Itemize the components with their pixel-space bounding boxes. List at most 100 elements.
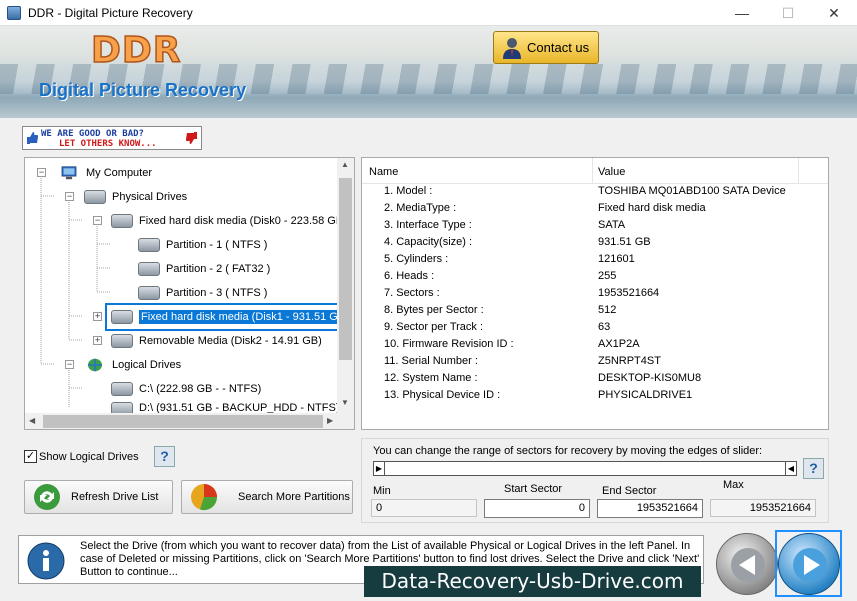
tree-item-label: My Computer — [86, 167, 153, 179]
tree-item-disk1-selected[interactable]: Fixed hard disk media (Disk1 - 931.51 GB… — [105, 303, 354, 331]
property-row[interactable]: 5. Cylinders : 121601 — [362, 253, 798, 270]
sector-range-instruction: You can change the range of sectors for … — [373, 445, 763, 457]
tree-item-drive-c[interactable]: C:\ (222.98 GB - - NTFS) — [111, 378, 261, 400]
property-row[interactable]: 7. Sectors : 1953521664 — [362, 287, 798, 304]
partition-icon — [138, 286, 160, 300]
scroll-down-arrow-icon[interactable]: ▼ — [341, 398, 349, 407]
tree-item-label: Fixed hard disk media (Disk1 - 931.51 GB… — [139, 310, 351, 324]
show-logical-drives-checkbox[interactable]: ✓ — [24, 450, 37, 463]
max-label: Max — [723, 479, 744, 491]
property-row[interactable]: 11. Serial Number : Z5NRPT4ST — [362, 355, 798, 372]
property-row[interactable]: 12. System Name : DESKTOP-KIS0MU8 — [362, 372, 798, 389]
tree-item-label: C:\ (222.98 GB - - NTFS) — [139, 383, 262, 395]
refresh-drive-list-button[interactable]: Refresh Drive List — [24, 480, 173, 514]
tree-item-my-computer[interactable]: My Computer — [58, 162, 152, 184]
property-name: 9. Sector per Track : — [384, 321, 484, 333]
search-more-partitions-button[interactable]: Search More Partitions — [181, 480, 353, 514]
info-icon — [27, 542, 65, 580]
start-sector-input[interactable]: 0 — [484, 499, 590, 518]
sector-range-slider[interactable]: ▶ ◀ — [373, 461, 797, 476]
scroll-corner — [339, 413, 354, 429]
maximize-button[interactable]: ☐ — [765, 0, 811, 26]
property-name: 8. Bytes per Sector : — [384, 304, 484, 316]
tree-item-partition-2[interactable]: Partition - 2 ( FAT32 ) — [138, 258, 270, 280]
scroll-right-arrow-icon[interactable]: ▶ — [327, 416, 333, 425]
tree-item-partition-3[interactable]: Partition - 3 ( NTFS ) — [138, 282, 267, 304]
tree-item-disk0[interactable]: Fixed hard disk media (Disk0 - 223.58 GB… — [111, 210, 347, 232]
refresh-icon — [34, 484, 60, 510]
feedback-line1: WE ARE GOOD OR BAD? — [41, 129, 144, 139]
properties-header: Name Value — [362, 158, 828, 184]
website-watermark: Data-Recovery-Usb-Drive.com — [364, 566, 701, 597]
help-button-left[interactable]: ? — [154, 446, 175, 467]
slider-right-handle[interactable]: ◀ — [785, 462, 796, 475]
property-value: 121601 — [598, 253, 635, 265]
tree-item-label: Fixed hard disk media (Disk0 - 223.58 GB… — [139, 215, 347, 227]
property-row[interactable]: 1. Model : TOSHIBA MQ01ABD100 SATA Device — [362, 185, 798, 202]
refresh-drive-list-label: Refresh Drive List — [71, 491, 159, 503]
person-icon — [503, 38, 521, 59]
next-button[interactable] — [778, 533, 840, 595]
property-value: TOSHIBA MQ01ABD100 SATA Device — [598, 185, 786, 197]
usb-drive-icon — [111, 334, 133, 348]
property-row[interactable]: 2. MediaType : Fixed hard disk media — [362, 202, 798, 219]
drive-tree-panel[interactable]: − − − + + − My Computer Physical Drives … — [24, 157, 355, 430]
property-row[interactable]: 4. Capacity(size) : 931.51 GB — [362, 236, 798, 253]
column-header-name[interactable]: Name — [369, 166, 398, 178]
property-value: SATA — [598, 219, 626, 231]
tree-horizontal-scrollbar[interactable]: ◀ ▶ — [25, 413, 339, 429]
property-row[interactable]: 6. Heads : 255 — [362, 270, 798, 287]
start-sector-label: Start Sector — [504, 483, 563, 495]
search-more-partitions-label: Search More Partitions — [238, 491, 350, 503]
contact-us-button[interactable]: Contact us — [493, 31, 599, 64]
tree-hscroll-thumb[interactable] — [43, 415, 323, 428]
column-header-value[interactable]: Value — [598, 166, 625, 178]
tree-item-logical-drives[interactable]: Logical Drives — [84, 354, 181, 376]
scroll-up-arrow-icon[interactable]: ▲ — [341, 160, 349, 169]
property-row[interactable]: 10. Firmware Revision ID : AX1P2A — [362, 338, 798, 355]
property-value: 931.51 GB — [598, 236, 651, 248]
property-name: 6. Heads : — [384, 270, 435, 282]
tree-item-label: Partition - 3 ( NTFS ) — [166, 287, 268, 299]
help-button-sectors[interactable]: ? — [803, 458, 824, 479]
back-button[interactable] — [716, 533, 778, 595]
expander-disk0[interactable]: − — [93, 216, 102, 225]
tree-item-physical-drives[interactable]: Physical Drives — [84, 186, 187, 208]
property-value: 63 — [598, 321, 611, 333]
expander-my-computer[interactable]: − — [37, 168, 46, 177]
app-subtitle: Digital Picture Recovery — [39, 80, 247, 100]
expander-logical-drives[interactable]: − — [65, 360, 74, 369]
tree-item-partition-1[interactable]: Partition - 1 ( NTFS ) — [138, 234, 267, 256]
scroll-left-arrow-icon[interactable]: ◀ — [29, 416, 35, 425]
tree-scroll-thumb[interactable] — [339, 178, 352, 360]
hard-drive-icon — [111, 310, 133, 324]
app-icon — [7, 6, 21, 20]
property-name: 10. Firmware Revision ID : — [384, 338, 514, 350]
feedback-banner[interactable]: WE ARE GOOD OR BAD? LET OTHERS KNOW... — [22, 126, 202, 150]
hard-drive-icon — [111, 214, 133, 228]
expander-disk2[interactable]: + — [93, 336, 102, 345]
partition-icon — [138, 262, 160, 276]
property-row[interactable]: 13. Physical Device ID : PHYSICALDRIVE1 — [362, 389, 798, 406]
tree-item-disk2[interactable]: Removable Media (Disk2 - 14.91 GB) — [111, 330, 322, 352]
property-value: Z5NRPT4ST — [598, 355, 661, 367]
minimize-button[interactable]: — — [719, 0, 765, 26]
property-name: 11. Serial Number : — [384, 355, 478, 367]
end-sector-input[interactable]: 1953521664 — [597, 499, 703, 518]
expander-physical-drives[interactable]: − — [65, 192, 74, 201]
property-row[interactable]: 3. Interface Type : SATA — [362, 219, 798, 236]
close-button[interactable]: ✕ — [811, 0, 857, 26]
property-row[interactable]: 9. Sector per Track : 63 — [362, 321, 798, 338]
contact-us-label: Contact us — [527, 40, 590, 55]
thumbs-down-icon — [186, 132, 197, 144]
hard-drive-icon — [84, 190, 106, 204]
tree-vertical-scrollbar[interactable]: ▲ ▼ — [337, 158, 354, 413]
computer-icon — [61, 166, 77, 180]
property-name: 3. Interface Type : — [384, 219, 472, 231]
drive-properties-panel[interactable]: Name Value 1. Model : TOSHIBA MQ01ABD100 … — [361, 157, 829, 430]
property-name: 13. Physical Device ID : — [384, 389, 501, 401]
expander-disk1[interactable]: + — [93, 312, 102, 321]
property-value: 255 — [598, 270, 617, 282]
slider-left-handle[interactable]: ▶ — [374, 462, 385, 475]
property-row[interactable]: 8. Bytes per Sector : 512 — [362, 304, 798, 321]
